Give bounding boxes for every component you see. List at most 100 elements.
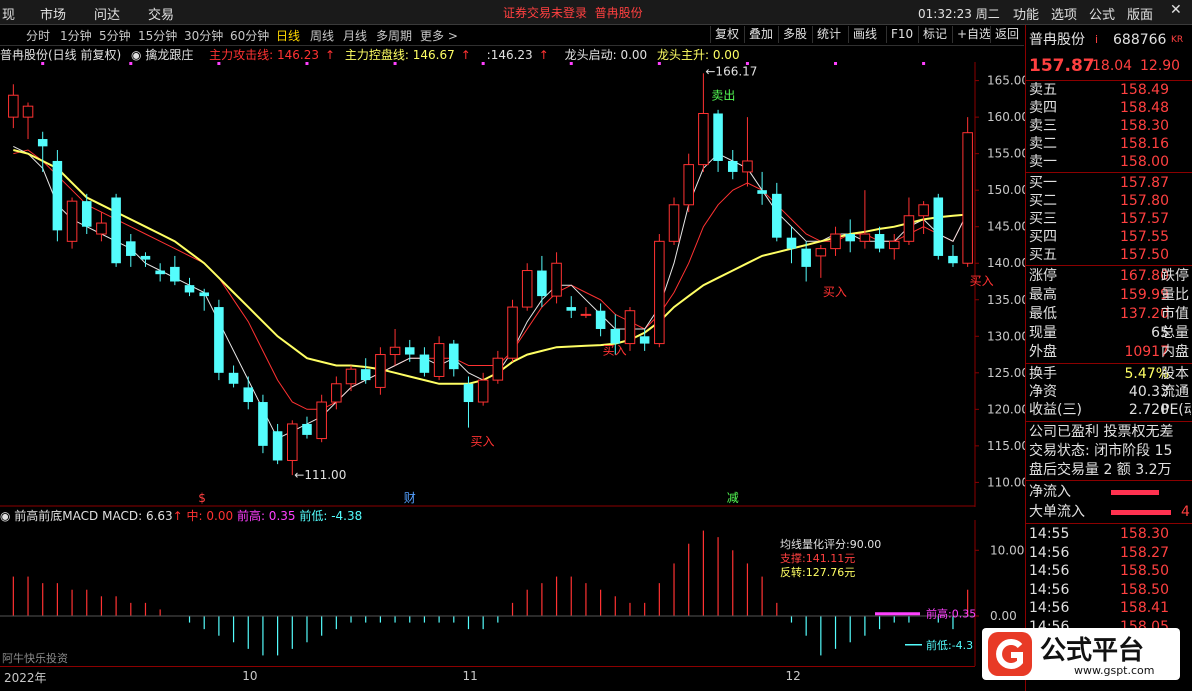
- candle-body: [199, 292, 209, 297]
- signal-dot: [41, 62, 45, 65]
- stat-row: 涨停 167.80 跌停: [1029, 267, 1191, 285]
- y-tick-label: 115.00: [987, 439, 1025, 453]
- high-price-label: ←166.17: [705, 64, 757, 78]
- attack-line-value: 主力攻击线: 146.23 ↑: [209, 48, 336, 62]
- candle-body: [654, 240, 665, 345]
- menu-item-function[interactable]: 功能: [1013, 4, 1039, 23]
- ask-row-label: 卖一: [1029, 154, 1057, 170]
- tool-button[interactable]: 标记: [918, 26, 951, 43]
- reversal-label: 反转:127.76元: [780, 565, 855, 579]
- chart-title: 普冉股份(日线 前复权): [0, 48, 122, 62]
- macd-tick-label: 0.00: [990, 609, 1017, 623]
- candle-body: [214, 307, 224, 373]
- ask-row-value: 158.16: [1120, 136, 1169, 152]
- candle-body: [713, 113, 723, 161]
- candle-body: [433, 343, 445, 377]
- candle-body: [8, 94, 19, 118]
- tick-row: 14:56 158.27: [1029, 544, 1191, 562]
- menu-item-trade[interactable]: 交易: [148, 4, 174, 23]
- tick-row-label: 14:56: [1029, 544, 1070, 561]
- candlestick-chart[interactable]: 110.00 115.00 120.00 125.00 130.00 135.00 140.…: [0, 62, 1025, 507]
- period-tab-active[interactable]: 日线: [276, 27, 300, 44]
- signal-dot: [217, 62, 221, 65]
- tool-button[interactable]: 统计: [812, 26, 845, 43]
- period-tab[interactable]: 分时: [26, 27, 50, 44]
- macd-chart[interactable]: 0.00 10.00 前高:0.35 前低:-4.3 均线量化评分:90.00支撑:14…: [0, 520, 1025, 670]
- y-tick-label: 145.00: [987, 220, 1025, 234]
- candle-body: [566, 307, 577, 311]
- candle-body: [228, 372, 239, 384]
- menu-item-market[interactable]: 市场: [40, 4, 66, 23]
- candle-body: [933, 197, 944, 256]
- stat-row-label: 最低: [1029, 306, 1057, 322]
- close-icon[interactable]: ✕: [1170, 2, 1182, 18]
- info-line: 盘后交易量 2 额 3.2万: [1029, 461, 1191, 479]
- value3: :146.23 ↑: [486, 48, 549, 62]
- tool-button[interactable]: F10: [886, 26, 917, 43]
- info-icon[interactable]: i: [1095, 31, 1098, 49]
- ask-row-label: 卖四: [1029, 100, 1057, 116]
- period-tab[interactable]: 1分钟: [60, 27, 92, 44]
- menu-item-options[interactable]: 选项: [1051, 4, 1077, 23]
- prev-high-tag: 前高:0.35: [926, 607, 976, 621]
- prev-low-tag: 前低:-4.3: [926, 638, 973, 652]
- ask-row-label: 卖三: [1029, 118, 1057, 134]
- stat-row-extra: 市值: [1161, 306, 1189, 322]
- candle-body: [639, 336, 650, 344]
- candle-body: [874, 234, 885, 249]
- signal-dot: [834, 62, 838, 65]
- candle-body: [830, 233, 841, 250]
- stock-code: 688766: [1113, 32, 1167, 48]
- tool-button[interactable]: 画线: [848, 26, 881, 43]
- tick-row-value: 158.30: [1120, 526, 1169, 542]
- period-tab[interactable]: 5分钟: [99, 27, 131, 44]
- flow-row-label: 大单流入: [1029, 504, 1085, 520]
- indicator-name[interactable]: ◉ 擒龙跟庄: [131, 48, 199, 62]
- event-marker: $: [198, 491, 206, 505]
- stat-row: 外盘 10917 内盘: [1029, 343, 1191, 361]
- period-tab[interactable]: 60分钟: [230, 27, 269, 44]
- period-tab[interactable]: 多周期: [376, 27, 412, 44]
- ask-row: 卖一 158.00: [1029, 153, 1191, 171]
- candle-body: [111, 197, 121, 264]
- menu-item-layout[interactable]: 版面: [1127, 4, 1153, 23]
- menu-item-wenda[interactable]: 问达: [94, 4, 120, 23]
- period-tab[interactable]: 月线: [343, 27, 367, 44]
- stat-row: 最高 159.99 量比: [1029, 286, 1191, 304]
- stat2-row: 收益(三) 2.720 PE(动: [1029, 401, 1191, 419]
- bid-row-label: 买四: [1029, 229, 1057, 245]
- menu-item-formula[interactable]: 公式: [1089, 4, 1115, 23]
- buy-signal-label: 买入: [603, 343, 627, 357]
- tool-button[interactable]: 返回: [990, 26, 1023, 43]
- period-tab[interactable]: 30分钟: [184, 27, 223, 44]
- tick-row-label: 14:56: [1029, 563, 1070, 579]
- candle-body: [155, 270, 165, 275]
- ask-row-value: 158.00: [1120, 154, 1169, 170]
- period-tab[interactable]: 15分钟: [138, 27, 177, 44]
- stat-row-label: 涨停: [1029, 268, 1057, 284]
- stat-row-label: 最高: [1029, 287, 1057, 303]
- event-marker: 财: [404, 491, 416, 505]
- signal-dot: [393, 62, 397, 65]
- signal-dot: [745, 62, 749, 65]
- tool-button[interactable]: +自选: [952, 26, 995, 43]
- signal-dot: [922, 62, 926, 65]
- logo-url: www.gspt.com: [1074, 664, 1155, 677]
- event-marker: 减: [727, 491, 739, 505]
- tool-button[interactable]: 复权: [710, 26, 743, 43]
- buy-signal-label: 买入: [970, 274, 994, 288]
- menu-item-now[interactable]: 现: [2, 4, 15, 23]
- tool-button[interactable]: 叠加: [744, 26, 777, 43]
- sell-signal-label: 卖出: [711, 88, 735, 102]
- period-tab[interactable]: 更多 >: [420, 27, 458, 44]
- tool-button[interactable]: 多股: [778, 26, 811, 43]
- y-tick-label: 120.00: [987, 402, 1025, 416]
- period-tab[interactable]: 周线: [310, 27, 334, 44]
- y-tick-label: 155.00: [987, 147, 1025, 161]
- candle-body: [243, 387, 254, 403]
- candle-body: [772, 193, 782, 238]
- candle-body: [140, 255, 151, 260]
- login-notice: 证券交易未登录 普冉股份: [503, 6, 643, 20]
- stat2-row-label: 收益(三): [1029, 402, 1082, 418]
- dragon-up-value: 龙头主升: 0.00: [657, 48, 740, 62]
